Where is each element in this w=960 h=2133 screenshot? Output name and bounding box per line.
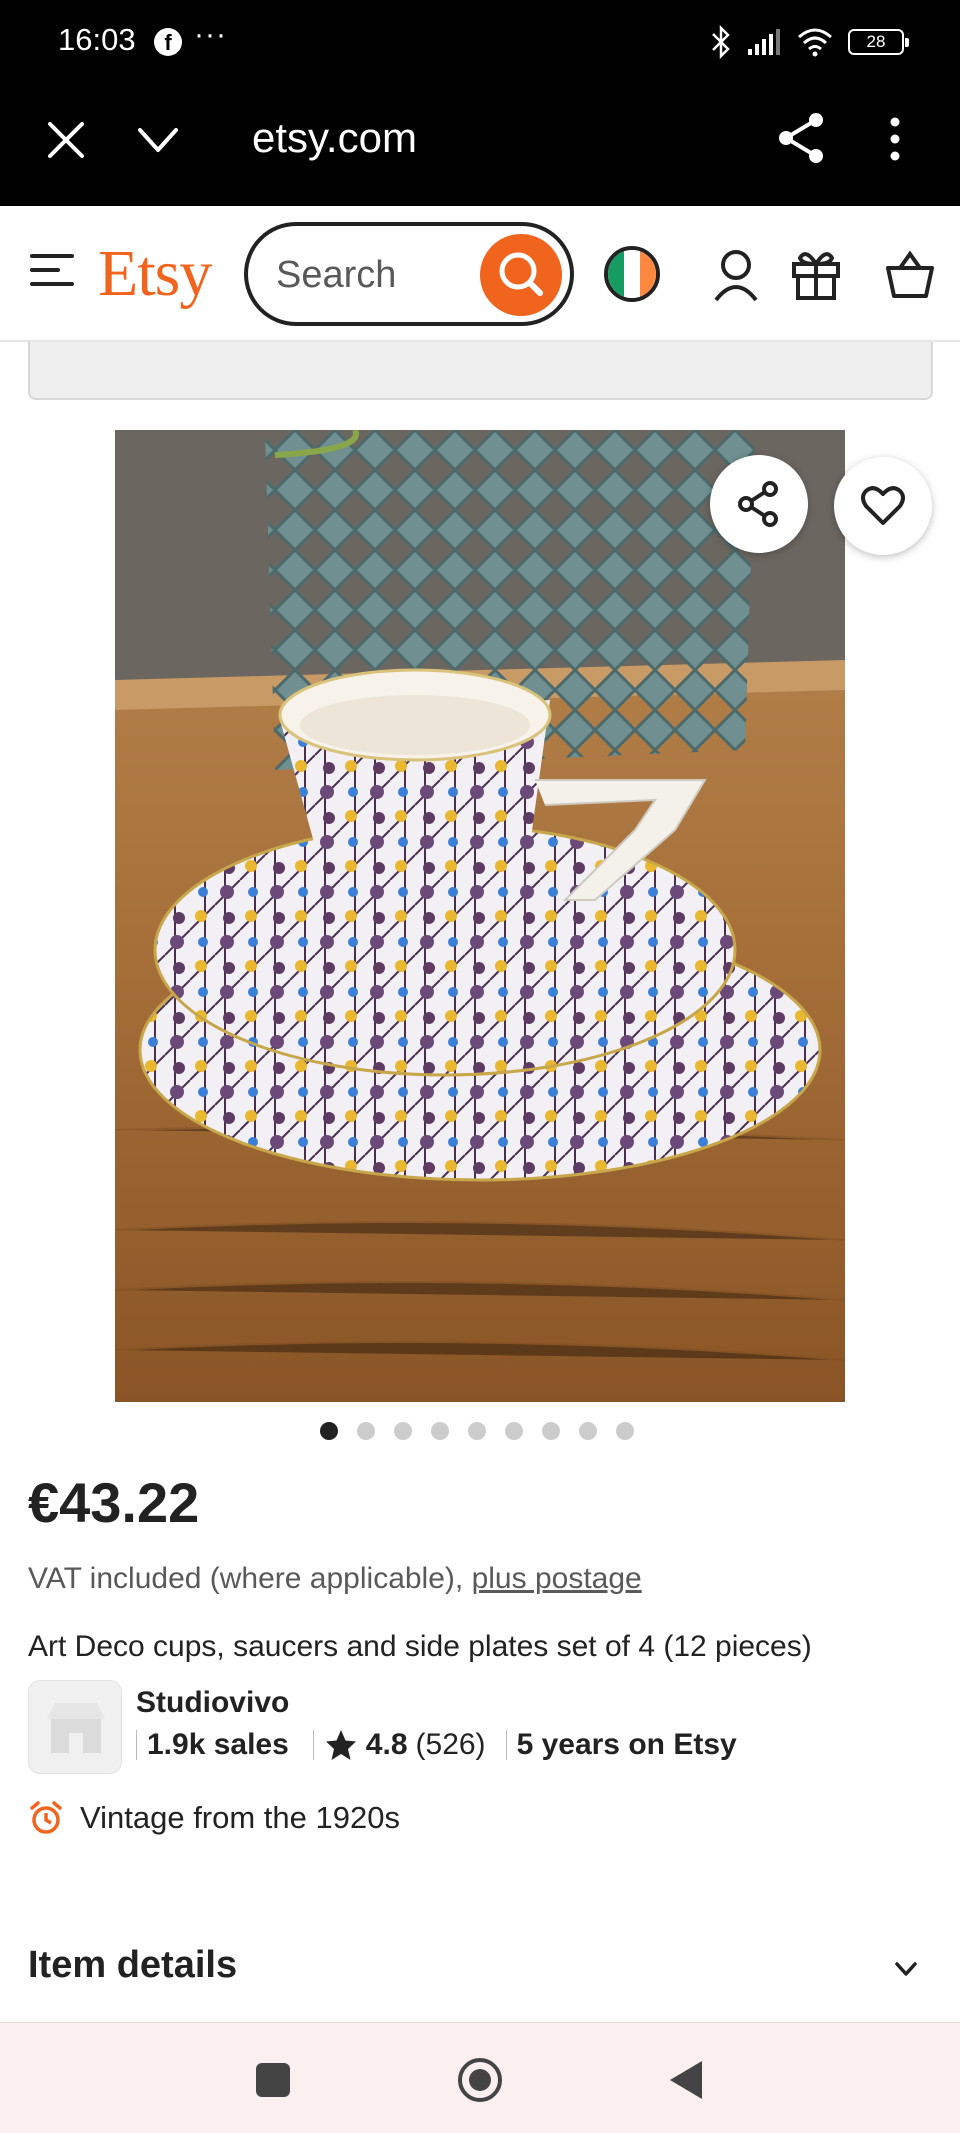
etsy-logo[interactable]: Etsy	[98, 236, 212, 312]
account-icon[interactable]	[708, 246, 764, 302]
share-icon[interactable]	[776, 110, 828, 166]
favorite-button[interactable]	[834, 457, 932, 555]
share-icon	[738, 481, 778, 527]
vat-note: VAT included (where applicable), plus po…	[28, 1562, 642, 1596]
status-time: 16:03	[58, 22, 136, 57]
listing-price: €43.22	[28, 1471, 200, 1534]
status-more: ···	[194, 18, 227, 51]
carousel-dot[interactable]	[320, 1422, 338, 1440]
shop-name[interactable]: Studiovivo	[136, 1686, 289, 1720]
home-icon[interactable]	[455, 2055, 505, 2105]
recents-icon[interactable]	[248, 2055, 298, 2105]
divider	[505, 1730, 507, 1760]
image-carousel-dots	[320, 1422, 634, 1440]
site-header: Etsy	[0, 206, 960, 342]
url-text[interactable]: etsy.com	[252, 114, 417, 162]
share-button[interactable]	[710, 455, 808, 553]
item-details-label: Item details	[28, 1944, 238, 1986]
listing-title: Art Deco cups, saucers and side plates s…	[28, 1630, 812, 1663]
more-vertical-icon[interactable]	[880, 114, 910, 164]
vintage-text: Vintage from the 1920s	[80, 1800, 400, 1835]
product-image[interactable]	[115, 430, 845, 1402]
carousel-dot[interactable]	[357, 1422, 375, 1440]
product-photo	[115, 430, 845, 1402]
carousel-dot[interactable]	[542, 1422, 560, 1440]
search-icon	[499, 252, 543, 296]
shop-sales: 1.9k sales	[147, 1728, 289, 1761]
status-bar: 16:03 f ··· 28	[0, 0, 960, 84]
carousel-dot[interactable]	[468, 1422, 486, 1440]
carousel-dot[interactable]	[505, 1422, 523, 1440]
shop-meta: 1.9k sales 4.8 (526) 5 years on Etsy	[136, 1728, 737, 1762]
banner-placeholder	[28, 342, 933, 400]
facebook-icon: f	[154, 28, 182, 56]
chevron-down-icon[interactable]	[134, 118, 182, 162]
back-icon[interactable]	[662, 2055, 712, 2105]
shop-tenure: 5 years on Etsy	[516, 1728, 737, 1761]
bluetooth-icon	[712, 25, 730, 59]
ireland-flag-icon[interactable]	[604, 246, 660, 302]
status-icons: 28	[710, 22, 909, 62]
battery-icon: 28	[848, 29, 909, 55]
postage-link[interactable]: plus postage	[472, 1562, 642, 1595]
item-details-toggle[interactable]: Item details	[28, 1944, 933, 1994]
close-icon[interactable]	[44, 118, 88, 162]
gift-icon[interactable]	[788, 246, 844, 302]
chevron-down-icon	[895, 1962, 917, 1976]
vat-text: VAT included (where applicable),	[28, 1562, 472, 1595]
carousel-dot[interactable]	[616, 1422, 634, 1440]
carousel-dot[interactable]	[431, 1422, 449, 1440]
search-button[interactable]	[480, 234, 562, 316]
menu-icon[interactable]	[30, 254, 74, 290]
wifi-icon	[798, 28, 832, 57]
signal-icon	[748, 29, 780, 55]
shop-icon	[47, 1703, 105, 1753]
divider	[312, 1730, 314, 1760]
alarm-clock-icon	[30, 1801, 62, 1834]
star-icon	[325, 1730, 356, 1760]
carousel-dot[interactable]	[579, 1422, 597, 1440]
browser-toolbar: etsy.com	[0, 84, 960, 206]
shop-reviews[interactable]: (526)	[416, 1728, 486, 1762]
cart-icon[interactable]	[882, 246, 938, 302]
carousel-dot[interactable]	[394, 1422, 412, 1440]
search-bar[interactable]	[244, 222, 574, 326]
divider	[136, 1730, 137, 1760]
shop-avatar[interactable]	[28, 1680, 122, 1774]
heart-icon	[861, 486, 905, 525]
system-nav-bar	[0, 2022, 960, 2133]
shop-rating: 4.8	[365, 1728, 408, 1761]
vintage-note: Vintage from the 1920s	[28, 1800, 400, 1836]
search-input[interactable]	[276, 252, 456, 298]
